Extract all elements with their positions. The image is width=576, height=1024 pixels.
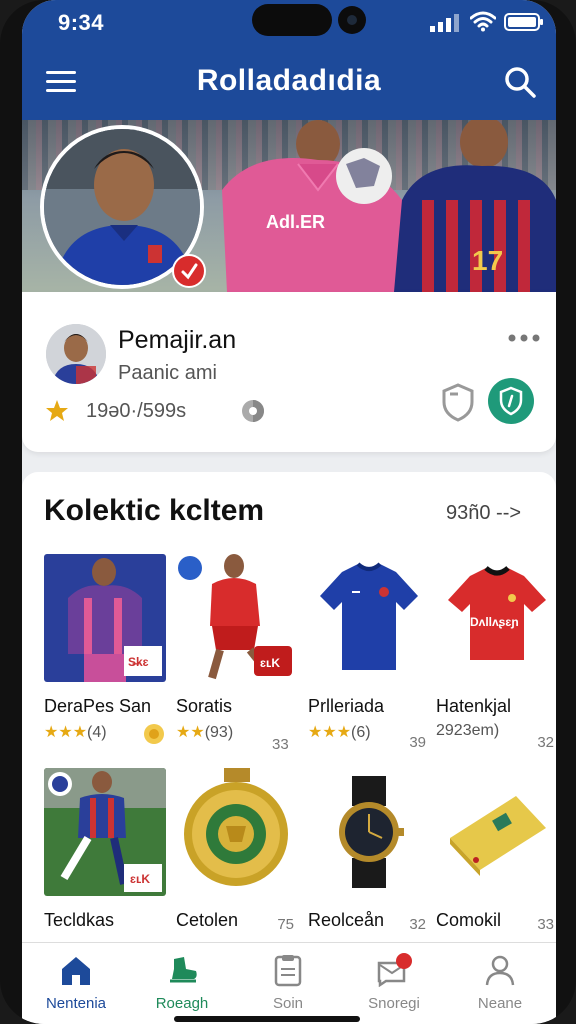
svg-text:S̶kɛ: S̶kɛ xyxy=(128,655,149,669)
item-count: 75 xyxy=(277,916,294,933)
nav-item-clipboard[interactable]: Soin xyxy=(238,953,338,1017)
app-title: Rolladadıdia xyxy=(196,64,382,97)
nav-label: Soin xyxy=(272,995,304,1012)
item-count: 32 xyxy=(537,734,554,751)
item-stars: ★★ xyxy=(176,724,205,741)
item-rating: 2923em) xyxy=(436,722,499,740)
item-name: Tecldkas xyxy=(44,910,115,930)
collection-title: Kolektic kcltem xyxy=(44,494,265,527)
item-rating: ★★(93) xyxy=(176,722,233,742)
item-name: Cetolen xyxy=(176,910,239,930)
camera-icon xyxy=(338,6,366,34)
item-count: 33 xyxy=(272,736,289,753)
boot-icon xyxy=(170,957,197,983)
header: 9:34 Rolladadıdia xyxy=(22,0,556,120)
verified-badge-icon xyxy=(172,254,206,288)
status-time: 9:34 xyxy=(58,10,105,35)
shield-outline-icon[interactable] xyxy=(440,382,476,422)
status-bar: 9:34 xyxy=(22,0,556,46)
profile-avatar[interactable] xyxy=(46,324,106,384)
item-name: Hatenkjal xyxy=(436,696,512,716)
profile-name: Pemajir.an xyxy=(118,326,237,354)
gold-card-photo xyxy=(436,768,556,896)
search-icon[interactable] xyxy=(502,64,538,100)
wifi-icon xyxy=(470,11,496,32)
nav-item-messages[interactable]: 0 Snoregi xyxy=(344,953,444,1017)
svg-text:Dʌllʌʂɛɲ: Dʌllʌʂɛɲ xyxy=(470,615,519,629)
phone-frame: 9:34 Rolladadıdia Adl.ER 17 Pemajir.an P… xyxy=(0,0,576,1024)
red-jersey-photo: Dʌllʌʂɛɲ xyxy=(436,554,556,682)
item-rating: ★★★(4) xyxy=(44,722,107,742)
person-icon xyxy=(485,955,515,986)
message-icon xyxy=(377,953,412,987)
item-rating-count: (6) xyxy=(351,724,371,741)
shield-check-icon[interactable] xyxy=(488,378,534,424)
svg-text:Adl.ER: Adl.ER xyxy=(266,212,325,232)
bottom-nav: Nentenia Roeagh Soin 0 Snoregi Neane xyxy=(22,942,556,1024)
gold-medal-photo xyxy=(176,768,298,896)
rating-text: 19ə0·/599s xyxy=(86,400,187,422)
battery-icon xyxy=(504,13,543,31)
item-name: Prlleriada xyxy=(308,696,385,716)
nav-badge: 0 xyxy=(411,955,419,967)
player-action-photo: ɛʟK xyxy=(44,768,166,896)
collection-see-all-link[interactable]: 93ñ0 --> xyxy=(446,502,521,525)
item-name: Soratis xyxy=(176,696,233,716)
dynamic-island xyxy=(252,4,332,36)
item-rating-count: 2923em) xyxy=(436,722,500,739)
home-icon xyxy=(62,957,90,985)
wristwatch-photo xyxy=(308,768,430,896)
player-red-kit-photo: ɛʟK xyxy=(176,554,298,682)
blue-jersey-photo xyxy=(308,554,430,682)
item-stars: ★★★ xyxy=(308,724,352,741)
clipboard-icon xyxy=(274,955,302,987)
item-count: 32 xyxy=(409,916,426,933)
item-count: 33 xyxy=(537,916,554,933)
profile-card[interactable]: Pemajir.an Paanic ami 19ə0·/599s xyxy=(22,292,556,452)
signal-icon xyxy=(430,14,459,32)
more-options-icon[interactable] xyxy=(506,328,542,348)
nav-item-profile[interactable]: Neane xyxy=(450,953,550,1017)
nav-item-home[interactable]: Nentenia xyxy=(26,953,126,1017)
nav-label: Nentenia xyxy=(45,995,107,1012)
nav-label: Snoregi xyxy=(368,995,420,1012)
nav-label: Neane xyxy=(477,995,523,1012)
hero-banner: Adl.ER 17 xyxy=(22,120,556,292)
svg-text:ɛʟK: ɛʟK xyxy=(130,872,150,886)
home-indicator[interactable] xyxy=(174,1016,360,1022)
nav-item-boot[interactable]: Roeagh xyxy=(132,953,232,1017)
svg-text:ɛʟK: ɛʟK xyxy=(260,656,280,670)
item-stars: ★★★ xyxy=(44,724,88,741)
collection-card: Kolektic kcltem 93ñ0 --> S̶kɛ DeraPes Sa… xyxy=(22,472,556,942)
item-count: 39 xyxy=(409,734,426,751)
item-rating-count: (4) xyxy=(87,724,107,741)
item-name: Reolceån xyxy=(308,910,385,930)
player-jersey-photo: S̶kɛ xyxy=(44,554,166,682)
star-icon xyxy=(46,400,68,421)
profile-subtitle: Paanic ami xyxy=(118,362,217,384)
item-rating-count: (93) xyxy=(204,724,234,741)
item-rating: ★★★(6) xyxy=(308,722,371,742)
half-circle-icon xyxy=(242,400,264,422)
app-screen: 9:34 Rolladadıdia Adl.ER 17 Pemajir.an P… xyxy=(22,0,556,1024)
item-name: DeraPes San xyxy=(44,696,152,716)
app-bar: Rolladadıdia xyxy=(22,58,556,110)
svg-text:17: 17 xyxy=(472,245,503,276)
item-name: Comokil xyxy=(436,910,502,930)
coin-icon xyxy=(144,724,164,744)
nav-label: Roeagh xyxy=(155,995,209,1012)
